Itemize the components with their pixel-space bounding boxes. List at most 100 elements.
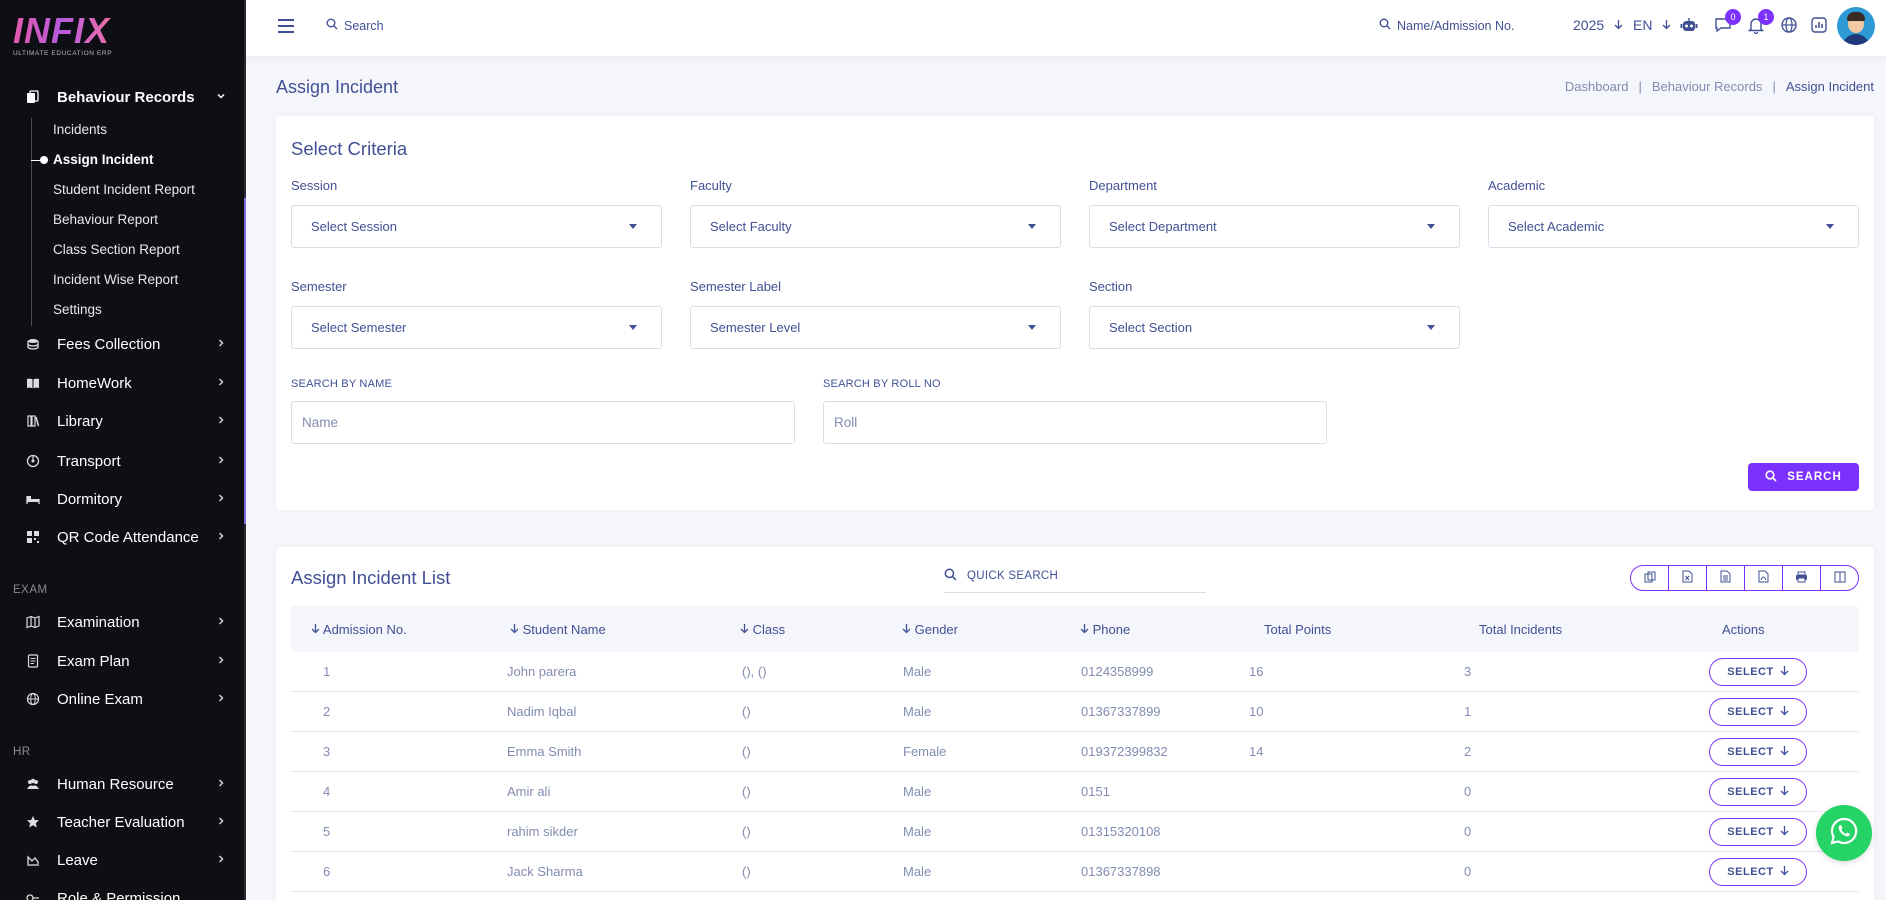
semester-label-select[interactable]: Semester Level: [690, 306, 1061, 349]
cell-total-incidents: 2: [1464, 744, 1472, 759]
sidebar-item-behaviour-records[interactable]: Behaviour Records: [0, 82, 244, 112]
cell-total-incidents: 1: [1464, 704, 1472, 719]
submenu-line: [31, 118, 32, 326]
sidebar-item-examination[interactable]: Examination: [0, 607, 244, 637]
print-button[interactable]: [1783, 566, 1821, 590]
sidebar-item-dormitory[interactable]: Dormitory: [0, 484, 244, 514]
column-class[interactable]: Class: [740, 622, 785, 637]
chevron-right-icon: [216, 530, 226, 544]
sidebar-item-homework[interactable]: HomeWork: [0, 368, 244, 398]
column-label: Gender: [914, 622, 958, 637]
library-icon: [26, 414, 40, 428]
breadcrumb-behaviour-records[interactable]: Behaviour Records: [1652, 79, 1763, 94]
table-row: 3 Emma Smith () Female 019372399832 14 2…: [291, 732, 1859, 772]
column-total-incidents[interactable]: Total Incidents: [1479, 622, 1562, 637]
global-search[interactable]: Search: [326, 18, 384, 33]
breadcrumb-dashboard[interactable]: Dashboard: [1565, 79, 1629, 94]
column-phone[interactable]: Phone: [1080, 622, 1130, 637]
sidebar-subitem-student-incident-report[interactable]: Student Incident Report: [53, 182, 195, 197]
sidebar-item-leave[interactable]: Leave: [0, 845, 244, 875]
sidebar-item-label: Transport: [57, 452, 121, 470]
faculty-select-value: Select Faculty: [710, 219, 792, 234]
sort-arrow-icon: [510, 622, 519, 637]
table-row: 2 Nadim Iqbal () Male 01367337899 10 1 S…: [291, 692, 1859, 732]
select-action-button[interactable]: SELECT: [1709, 778, 1807, 806]
quick-search-input[interactable]: QUICK SEARCH: [944, 560, 1206, 593]
sidebar-scrollbar[interactable]: [244, 0, 246, 900]
select-action-button[interactable]: SELECT: [1709, 658, 1807, 686]
session-select[interactable]: Select Session: [291, 205, 662, 248]
sidebar-item-qr-code-attendance[interactable]: QR Code Attendance: [0, 522, 244, 552]
sidebar-item-fees-collection[interactable]: Fees Collection: [0, 329, 244, 359]
analytics-icon[interactable]: [1809, 15, 1829, 35]
sidebar-subitem-assign-incident[interactable]: Assign Incident: [53, 152, 154, 167]
user-avatar[interactable]: [1837, 7, 1875, 45]
sidebar-scrollbar-thumb[interactable]: [244, 198, 246, 524]
sidebar-item-label: Teacher Evaluation: [57, 813, 185, 831]
session-select-value: Select Session: [311, 219, 397, 234]
sidebar-section-hr: HR: [13, 746, 31, 758]
sidebar-subitem-incident-wise-report[interactable]: Incident Wise Report: [53, 272, 178, 287]
name-input[interactable]: Name: [291, 401, 795, 444]
sidebar-subitem-settings[interactable]: Settings: [53, 302, 102, 317]
sidebar-item-online-exam[interactable]: Online Exam: [0, 684, 244, 714]
semester-label: Semester: [291, 279, 347, 294]
sidebar-item-role-permission[interactable]: Role & Permission: [0, 883, 244, 900]
sidebar-subitem-class-section-report[interactable]: Class Section Report: [53, 242, 180, 257]
columns-button[interactable]: [1821, 566, 1858, 590]
sidebar-item-label: Role & Permission: [57, 889, 181, 900]
cell-phone: 01367337898: [1081, 864, 1161, 879]
copy-button[interactable]: [1631, 566, 1669, 590]
brand-logo[interactable]: INFIX ULTIMATE EDUCATION ERP: [13, 13, 112, 58]
semester-select[interactable]: Select Semester: [291, 306, 662, 349]
section-select[interactable]: Select Section: [1089, 306, 1460, 349]
whatsapp-chat-button[interactable]: [1816, 805, 1872, 861]
select-action-label: SELECT: [1727, 706, 1774, 718]
name-input-placeholder: Name: [302, 415, 339, 430]
year-selector[interactable]: 2025: [1573, 17, 1623, 33]
message-icon[interactable]: 0: [1713, 9, 1741, 35]
academic-select-value: Select Academic: [1508, 219, 1605, 234]
cell-total-points: 16: [1249, 664, 1264, 679]
column-gender[interactable]: Gender: [902, 622, 958, 637]
admission-search[interactable]: Name/Admission No.: [1379, 18, 1514, 33]
bell-icon[interactable]: 1: [1746, 9, 1774, 35]
csv-button[interactable]: [1707, 566, 1745, 590]
cell-class: (): [742, 824, 751, 839]
page-title: Assign Incident: [276, 77, 399, 97]
sidebar-item-teacher-evaluation[interactable]: Teacher Evaluation: [0, 807, 244, 837]
sidebar-item-exam-plan[interactable]: Exam Plan: [0, 646, 244, 676]
select-action-button[interactable]: SELECT: [1709, 818, 1807, 846]
semester-label-select-value: Semester Level: [710, 320, 801, 335]
sidebar-subitem-incidents[interactable]: Incidents: [53, 122, 107, 137]
cell-class: (): [742, 744, 751, 759]
pdf-button[interactable]: [1745, 566, 1783, 590]
sort-arrow-icon: [902, 622, 911, 637]
language-selector[interactable]: EN: [1633, 17, 1671, 33]
column-admission-no[interactable]: Admission No.: [311, 622, 407, 637]
session-label: Session: [291, 178, 338, 193]
column-student-name[interactable]: Student Name: [510, 622, 606, 637]
roll-input-placeholder: Roll: [834, 415, 858, 430]
sidebar-subitem-behaviour-report[interactable]: Behaviour Report: [53, 212, 158, 227]
file-stack-icon: [26, 90, 40, 104]
globe-icon[interactable]: [1779, 15, 1799, 35]
column-label: Phone: [1092, 622, 1131, 637]
robot-icon[interactable]: [1679, 15, 1699, 35]
select-action-button[interactable]: SELECT: [1709, 858, 1807, 886]
sidebar-item-library[interactable]: Library: [0, 406, 244, 436]
column-total-points[interactable]: Total Points: [1264, 622, 1331, 637]
search-button[interactable]: SEARCH: [1748, 463, 1859, 491]
faculty-select[interactable]: Select Faculty: [690, 205, 1061, 248]
select-action-button[interactable]: SELECT: [1709, 698, 1807, 726]
academic-select[interactable]: Select Academic: [1488, 205, 1859, 248]
excel-button[interactable]: [1669, 566, 1707, 590]
roll-input[interactable]: Roll: [823, 401, 1327, 444]
sidebar-item-transport[interactable]: Transport: [0, 446, 244, 476]
menu-toggle-icon[interactable]: [278, 19, 294, 33]
select-action-button[interactable]: SELECT: [1709, 738, 1807, 766]
sidebar-item-human-resource[interactable]: Human Resource: [0, 769, 244, 799]
department-select[interactable]: Select Department: [1089, 205, 1460, 248]
csv-icon: [1720, 570, 1731, 586]
breadcrumb-current: Assign Incident: [1785, 79, 1874, 94]
